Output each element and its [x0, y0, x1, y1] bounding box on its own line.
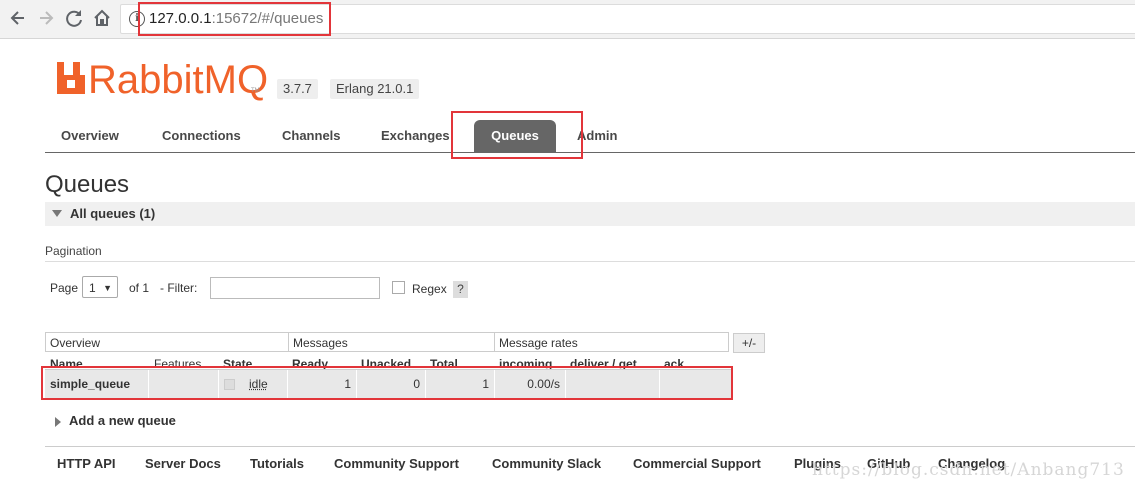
dropdown-arrow-icon: ▼	[103, 283, 112, 293]
tab-exchanges[interactable]: Exchanges	[381, 128, 450, 143]
columns-toggle-button[interactable]: +/-	[733, 333, 765, 353]
all-queues-label: All queues (1)	[70, 206, 156, 221]
tab-channels[interactable]: Channels	[282, 128, 341, 143]
group-messages: Messages	[288, 332, 495, 352]
tab-connections[interactable]: Connections	[162, 128, 241, 143]
tab-admin[interactable]: Admin	[577, 128, 617, 143]
tab-overview[interactable]: Overview	[61, 128, 119, 143]
of-pages-label: of 1	[129, 281, 150, 295]
footer-link-tutorials[interactable]: Tutorials	[250, 456, 304, 471]
filter-label: - Filter:	[160, 281, 198, 295]
footer-link-community-support[interactable]: Community Support	[334, 456, 459, 471]
arrow-left-icon[interactable]	[7, 7, 29, 29]
highlight-box-row	[41, 366, 733, 400]
footer-link-commercial-support[interactable]: Commercial Support	[633, 456, 761, 471]
add-queue-label: Add a new queue	[69, 413, 176, 428]
pagination-label: Pagination	[45, 244, 102, 258]
home-icon[interactable]	[91, 7, 113, 29]
footer-link-community-slack[interactable]: Community Slack	[492, 456, 601, 471]
watermark-text: https://blog.csdn.net/Anbang713	[812, 460, 1125, 480]
footer-divider	[45, 446, 1135, 447]
regex-checkbox[interactable]	[392, 281, 405, 294]
tab-underline	[45, 152, 1135, 153]
version-badge: 3.7.7	[277, 79, 318, 99]
all-queues-toggle[interactable]: All queues (1)	[45, 202, 1135, 226]
help-button[interactable]: ?	[453, 281, 468, 298]
erlang-badge: Erlang 21.0.1	[330, 79, 420, 99]
rabbitmq-logo-icon	[57, 62, 87, 94]
group-overview: Overview	[45, 332, 289, 352]
page-select-value: 1	[89, 281, 96, 295]
footer-link-http-api[interactable]: HTTP API	[57, 456, 116, 471]
arrow-right-icon[interactable]	[35, 7, 57, 29]
highlight-box-tab	[451, 111, 583, 159]
group-message-rates: Message rates	[494, 332, 729, 352]
filter-input[interactable]	[210, 277, 380, 299]
pagination-divider	[45, 261, 1135, 262]
page-title: Queues	[45, 171, 130, 198]
page-select[interactable]: 1 ▼	[82, 276, 118, 298]
logo-text: RabbitMQ	[88, 58, 269, 102]
chevron-down-icon	[52, 210, 62, 217]
footer-link-server-docs[interactable]: Server Docs	[145, 456, 221, 471]
chevron-right-icon	[55, 416, 61, 427]
logo-trademark: TM	[251, 88, 260, 94]
add-queue-toggle[interactable]: Add a new queue	[55, 413, 176, 428]
regex-label: Regex	[412, 282, 447, 296]
highlight-box-url	[138, 2, 331, 36]
page-label: Page	[50, 281, 79, 295]
reload-icon[interactable]	[63, 7, 85, 29]
